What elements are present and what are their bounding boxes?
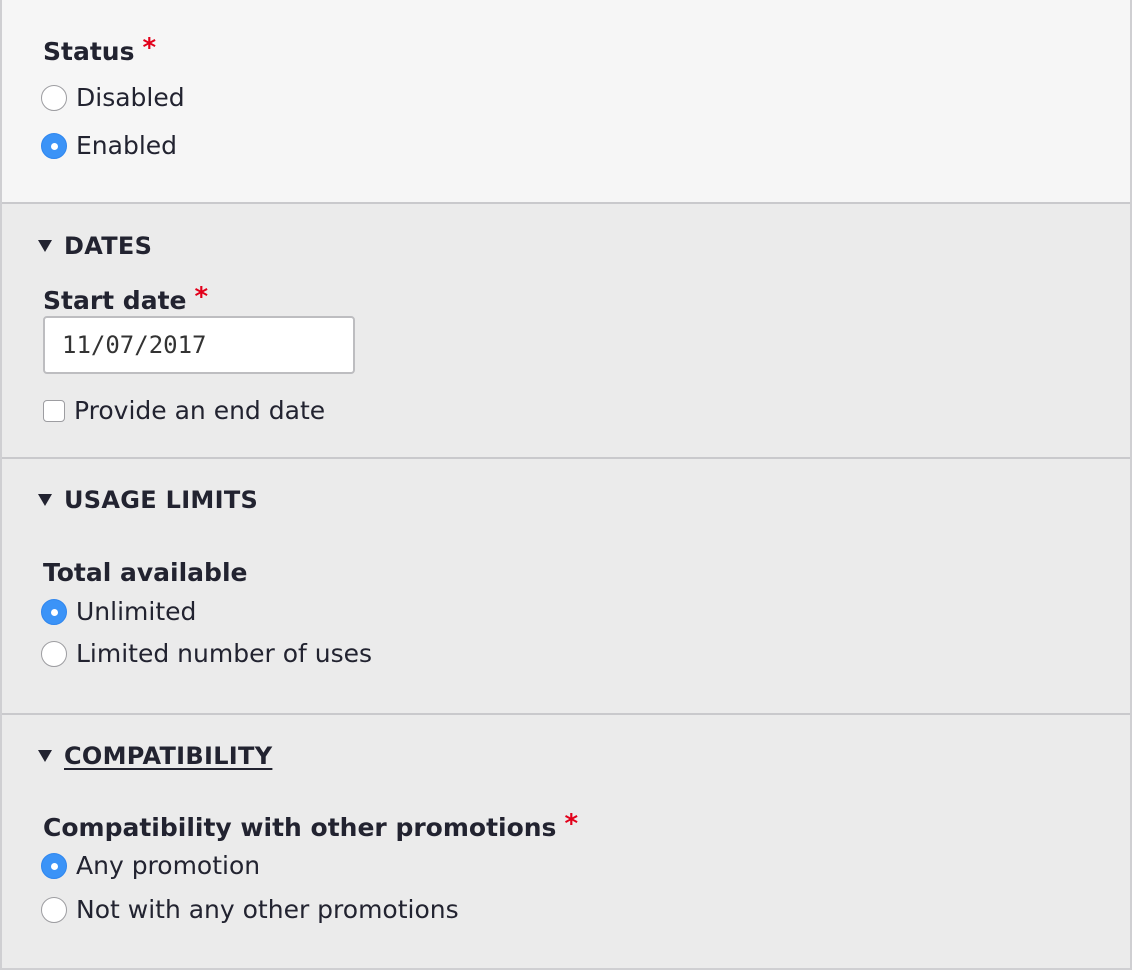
- end-date-option[interactable]: Provide an end date: [41, 395, 325, 427]
- promotion-form: Status * Disabled Enabled DATES Start dat…: [0, 0, 1132, 970]
- status-section: Status * Disabled Enabled: [2, 0, 1130, 204]
- end-date-checkbox[interactable]: [43, 400, 65, 422]
- required-marker: *: [194, 282, 209, 312]
- start-date-input[interactable]: [43, 316, 355, 374]
- radio-limited[interactable]: [41, 641, 67, 667]
- dates-section: DATES Start date* Provide an end date: [2, 204, 1130, 459]
- status-option-disabled[interactable]: Disabled: [41, 82, 185, 114]
- radio-not-with-any[interactable]: [41, 897, 67, 923]
- triangle-down-icon: [38, 494, 52, 506]
- compat-option-none[interactable]: Not with any other promotions: [41, 894, 459, 926]
- usage-option-label: Limited number of uses: [76, 639, 373, 668]
- required-marker: *: [142, 33, 157, 63]
- compat-option-any[interactable]: Any promotion: [41, 850, 260, 882]
- radio-unlimited[interactable]: [41, 599, 67, 625]
- triangle-down-icon: [38, 750, 52, 762]
- status-option-enabled[interactable]: Enabled: [41, 130, 177, 162]
- compat-option-label: Not with any other promotions: [76, 895, 459, 924]
- total-available-label: Total available: [43, 558, 248, 587]
- usage-option-limited[interactable]: Limited number of uses: [41, 638, 372, 670]
- compatibility-label-text: Compatibility with other promotions: [43, 813, 557, 842]
- status-option-label: Enabled: [76, 131, 178, 160]
- compat-option-label: Any promotion: [76, 851, 261, 880]
- usage-limits-section: USAGE LIMITS Total available Unlimited L…: [2, 459, 1130, 715]
- usage-option-unlimited[interactable]: Unlimited: [41, 596, 196, 628]
- radio-enabled[interactable]: [41, 133, 67, 159]
- usage-option-label: Unlimited: [76, 597, 197, 626]
- status-option-label: Disabled: [76, 83, 185, 112]
- radio-any-promotion[interactable]: [41, 853, 67, 879]
- start-date-label: Start date *: [43, 282, 208, 316]
- status-label-text: Status: [43, 37, 135, 66]
- usage-limits-toggle[interactable]: USAGE LIMITS: [38, 484, 258, 516]
- compatibility-section: COMPATIBILITY Compatibility with other p…: [2, 715, 1130, 968]
- start-date-label-text: Start date: [43, 286, 187, 315]
- dates-summary-label: DATES: [64, 232, 153, 260]
- usage-limits-summary-label: USAGE LIMITS: [64, 486, 259, 514]
- end-date-checkbox-label: Provide an end date: [74, 396, 326, 425]
- radio-disabled[interactable]: [41, 85, 67, 111]
- triangle-down-icon: [38, 240, 52, 252]
- required-marker: *: [564, 809, 579, 839]
- compatibility-toggle[interactable]: COMPATIBILITY: [38, 740, 272, 772]
- status-label: Status *: [43, 33, 156, 67]
- compatibility-summary-label: COMPATIBILITY: [64, 742, 273, 770]
- dates-toggle[interactable]: DATES: [38, 230, 152, 262]
- compatibility-label: Compatibility with other promotions *: [43, 809, 578, 843]
